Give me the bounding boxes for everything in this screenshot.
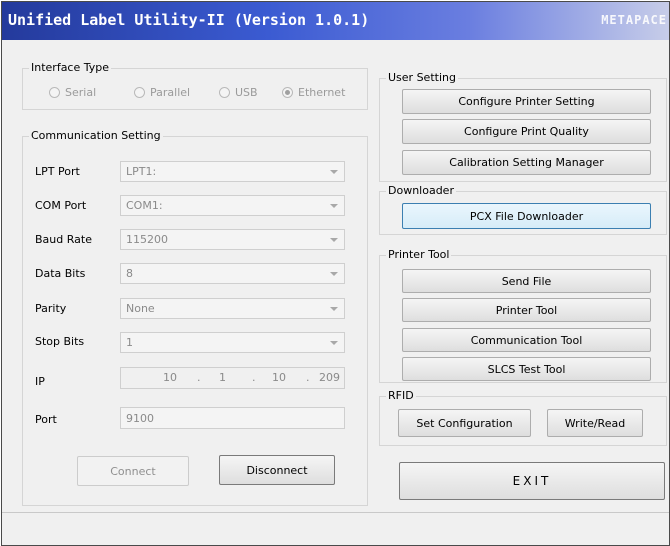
radio-parallel-label: Parallel bbox=[150, 86, 191, 99]
window-title: Unified Label Utility-II (Version 1.0.1) bbox=[8, 11, 370, 29]
send-file-button[interactable]: Send File bbox=[402, 269, 651, 293]
stop-bits-select[interactable]: 1 bbox=[120, 332, 345, 353]
ip-dot-1: . bbox=[197, 371, 201, 384]
status-bar bbox=[2, 512, 669, 545]
ip-octet-1: 10 bbox=[163, 371, 177, 384]
chevron-down-icon bbox=[330, 272, 338, 276]
disconnect-button[interactable]: Disconnect bbox=[219, 455, 335, 485]
data-bits-label: Data Bits bbox=[35, 267, 86, 280]
radio-serial-label: Serial bbox=[65, 86, 97, 99]
com-port-select[interactable]: COM1: bbox=[120, 195, 345, 216]
chevron-down-icon bbox=[330, 170, 338, 174]
configure-printer-setting-button[interactable]: Configure Printer Setting bbox=[402, 89, 651, 114]
ip-address-field[interactable]: 10 . 1 . 10 . 209 bbox=[120, 367, 345, 389]
connect-button[interactable]: Connect bbox=[77, 456, 189, 486]
calibration-setting-manager-button[interactable]: Calibration Setting Manager bbox=[402, 150, 651, 175]
title-bar[interactable]: Unified Label Utility-II (Version 1.0.1)… bbox=[2, 2, 669, 40]
communication-setting-label: Communication Setting bbox=[29, 129, 163, 142]
user-setting-group: User Setting Configure Printer Setting C… bbox=[379, 71, 667, 182]
slcs-test-tool-button[interactable]: SLCS Test Tool bbox=[402, 357, 651, 381]
main-window: Unified Label Utility-II (Version 1.0.1)… bbox=[1, 1, 670, 546]
stop-bits-label: Stop Bits bbox=[35, 335, 85, 348]
lpt-port-select[interactable]: LPT1: bbox=[120, 161, 345, 182]
data-bits-select[interactable]: 8 bbox=[120, 263, 345, 284]
chevron-down-icon bbox=[330, 238, 338, 242]
stop-bits-value: 1 bbox=[126, 336, 133, 349]
ip-dot-3: . bbox=[306, 371, 310, 384]
downloader-group: Downloader PCX File Downloader bbox=[379, 184, 667, 235]
com-port-label: COM Port bbox=[35, 199, 87, 212]
communication-tool-button[interactable]: Communication Tool bbox=[402, 328, 651, 352]
radio-parallel[interactable]: Parallel bbox=[134, 86, 190, 99]
baud-rate-label: Baud Rate bbox=[35, 233, 92, 246]
printer-tool-group: Printer Tool Send File Printer Tool Comm… bbox=[379, 248, 667, 383]
downloader-label: Downloader bbox=[386, 184, 456, 197]
lpt-port-label: LPT Port bbox=[35, 165, 80, 178]
ip-label: IP bbox=[35, 375, 45, 388]
write-read-button[interactable]: Write/Read bbox=[547, 409, 643, 437]
rfid-label: RFID bbox=[386, 389, 416, 402]
ip-octet-2: 1 bbox=[219, 371, 226, 384]
radio-ethernet-circle bbox=[282, 87, 293, 98]
parity-value: None bbox=[126, 302, 155, 315]
radio-ethernet-label: Ethernet bbox=[298, 86, 346, 99]
radio-ethernet[interactable]: Ethernet bbox=[282, 86, 345, 99]
set-configuration-button[interactable]: Set Configuration bbox=[398, 409, 531, 437]
configure-print-quality-button[interactable]: Configure Print Quality bbox=[402, 119, 651, 144]
parity-select[interactable]: None bbox=[120, 298, 345, 319]
radio-parallel-circle bbox=[134, 87, 145, 98]
radio-usb[interactable]: USB bbox=[219, 86, 258, 99]
ip-octet-3: 10 bbox=[272, 371, 286, 384]
com-port-value: COM1: bbox=[126, 199, 163, 212]
brand-logo: METAPACE bbox=[601, 13, 667, 27]
chevron-down-icon bbox=[330, 341, 338, 345]
exit-button[interactable]: EXIT bbox=[399, 462, 665, 500]
parity-label: Parity bbox=[35, 302, 67, 315]
port-input[interactable]: 9100 bbox=[120, 407, 345, 429]
ip-dot-2: . bbox=[252, 371, 256, 384]
radio-serial[interactable]: Serial bbox=[49, 86, 96, 99]
radio-usb-label: USB bbox=[235, 86, 258, 99]
interface-type-group: Interface Type Serial Parallel USB Ether… bbox=[22, 61, 368, 110]
ip-octet-4: 209 bbox=[319, 371, 340, 384]
radio-usb-circle bbox=[219, 87, 230, 98]
chevron-down-icon bbox=[330, 204, 338, 208]
baud-rate-value: 115200 bbox=[126, 233, 168, 246]
data-bits-value: 8 bbox=[126, 267, 133, 280]
pcx-file-downloader-button[interactable]: PCX File Downloader bbox=[402, 203, 651, 229]
lpt-port-value: LPT1: bbox=[126, 165, 157, 178]
printer-tool-label: Printer Tool bbox=[386, 248, 452, 261]
port-label: Port bbox=[35, 413, 57, 426]
radio-serial-circle bbox=[49, 87, 60, 98]
interface-type-label: Interface Type bbox=[29, 61, 112, 74]
user-setting-label: User Setting bbox=[386, 71, 458, 84]
baud-rate-select[interactable]: 115200 bbox=[120, 229, 345, 250]
communication-setting-group: Communication Setting LPT Port LPT1: COM… bbox=[22, 129, 368, 506]
chevron-down-icon bbox=[330, 307, 338, 311]
printer-tool-button[interactable]: Printer Tool bbox=[402, 298, 651, 322]
rfid-group: RFID Set Configuration Write/Read bbox=[379, 389, 667, 446]
